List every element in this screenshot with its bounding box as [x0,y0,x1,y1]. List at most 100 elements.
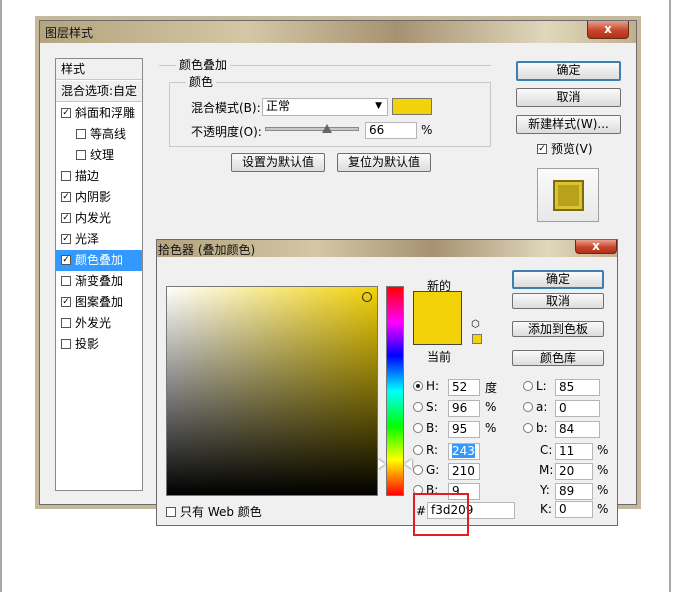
m-input[interactable]: 20 [555,463,593,480]
current-color-swatch[interactable] [413,318,462,345]
style-item-checkbox[interactable] [76,128,86,139]
style-item-checkbox[interactable]: ✓ [61,212,71,223]
new-color-swatch [413,291,462,318]
r-label: R: [426,443,439,457]
g-label: G: [426,463,440,477]
web-only-checkbox[interactable]: 只有 Web 颜色 [166,503,262,520]
c-input[interactable]: 11 [555,443,593,460]
l-input[interactable]: 85 [555,379,600,396]
preview-checkbox-box[interactable]: ✓ [537,143,547,154]
style-item-checkbox[interactable]: ✓ [61,233,71,244]
style-list-item[interactable]: 外发光 [56,313,142,334]
brightness-label: B: [426,421,439,435]
a-radio[interactable] [523,402,533,412]
r-value: 243 [452,444,475,458]
style-item-checkbox[interactable]: ✓ [61,296,71,307]
style-list-item[interactable]: 描边 [56,166,142,187]
style-list-item[interactable]: ✓ 光泽 [56,229,142,250]
style-item-checkbox[interactable] [61,317,71,328]
g-radio[interactable] [413,465,423,475]
layer-style-close-button[interactable]: x [587,21,629,39]
overlay-color-swatch[interactable] [392,98,432,115]
add-to-swatches-button[interactable]: 添加到色板 [512,321,604,337]
h-label: H: [426,379,440,393]
blend-options-item[interactable]: 混合选项:自定 [56,81,142,102]
s-input[interactable]: 96 [448,400,480,417]
opacity-slider-thumb[interactable] [322,124,333,133]
color-picker-cursor[interactable] [362,292,372,302]
style-item-checkbox[interactable]: ✓ [61,191,71,202]
l-label: L: [536,379,547,393]
style-item-checkbox[interactable] [61,275,71,286]
style-item-label: 斜面和浮雕 [75,106,136,120]
cube-icon[interactable]: ⬡ [471,319,480,330]
blend-mode-select[interactable]: 正常 ▼ [262,98,388,116]
close-icon: x [592,239,600,253]
color-picker-titlebar[interactable]: 拾色器 (叠加颜色) [157,240,617,257]
h-radio[interactable] [413,381,423,391]
color-libraries-button[interactable]: 颜色库 [512,350,604,366]
h-unit: 度 [485,381,498,395]
g-input[interactable]: 210 [448,463,480,480]
c-unit: % [597,443,609,457]
preview-checkbox[interactable]: ✓ 预览(V) [537,140,593,157]
style-item-checkbox[interactable]: ✓ [61,107,71,118]
style-item-checkbox[interactable]: ✓ [61,254,71,265]
style-item-checkbox[interactable] [76,149,86,160]
m-value: 20 [559,464,575,478]
page-border-right [669,0,671,592]
style-list-item[interactable]: 渐变叠加 [56,271,142,292]
style-item-checkbox[interactable] [61,170,71,181]
brightness-unit: % [485,421,497,435]
set-default-button[interactable]: 设置为默认值 [231,153,325,172]
hue-slider-right-arrow[interactable] [405,459,412,469]
style-list-item[interactable]: ✓ 内发光 [56,208,142,229]
brightness-input[interactable]: 95 [448,421,480,438]
layer-style-ok-button[interactable]: 确定 [516,61,621,81]
opacity-slider-track[interactable] [265,127,359,131]
lab-b-input[interactable]: 84 [555,421,600,438]
style-list-item[interactable]: ✓ 图案叠加 [56,292,142,313]
k-label: K: [540,502,552,516]
l-radio[interactable] [523,381,533,391]
style-list-item[interactable]: ✓ 内阴影 [56,187,142,208]
lab-b-label: b: [536,421,548,435]
web-only-checkbox-box[interactable] [166,506,176,517]
new-style-button[interactable]: 新建样式(W)... [516,115,621,134]
layer-style-titlebar[interactable]: 图层样式 [40,21,636,43]
reset-default-button[interactable]: 复位为默认值 [337,153,431,172]
web-safe-swatch[interactable] [472,334,482,344]
opacity-input[interactable]: 66 [365,122,417,139]
s-label: S: [426,400,438,414]
r-radio[interactable] [413,445,423,455]
style-list-item[interactable]: 等高线 [56,124,142,145]
style-list-item[interactable]: 纹理 [56,145,142,166]
picker-ok-button[interactable]: 确定 [512,270,604,289]
layer-style-cancel-button[interactable]: 取消 [516,88,621,107]
brightness-radio[interactable] [413,423,423,433]
style-list-header[interactable]: 样式 [56,59,142,80]
style-item-checkbox[interactable] [61,338,71,349]
m-label: M: [539,463,554,477]
color-picker-title: 拾色器 (叠加颜色) [158,243,256,257]
picker-cancel-button[interactable]: 取消 [512,293,604,309]
style-list-item[interactable]: ✓ 斜面和浮雕 [56,103,142,124]
y-input[interactable]: 89 [555,483,593,500]
hue-slider-left-arrow[interactable] [378,459,385,469]
m-unit: % [597,463,609,477]
style-item-label: 内发光 [75,211,112,225]
lab-b-radio[interactable] [523,423,533,433]
k-input[interactable]: 0 [555,501,593,518]
s-radio[interactable] [413,402,423,412]
web-only-label: 只有 Web 颜色 [180,505,262,519]
style-list-item[interactable]: ✓ 颜色叠加 [56,250,142,271]
h-input[interactable]: 52 [448,379,480,396]
a-label: a: [536,400,548,414]
blend-mode-label: 混合模式(B): [191,101,261,115]
r-input[interactable]: 243 [448,443,480,460]
color-picker-close-button[interactable]: x [575,240,617,254]
saturation-brightness-field[interactable] [166,286,378,496]
a-input[interactable]: 0 [555,400,600,417]
hue-slider[interactable] [386,286,404,496]
style-list-item[interactable]: 投影 [56,334,142,355]
